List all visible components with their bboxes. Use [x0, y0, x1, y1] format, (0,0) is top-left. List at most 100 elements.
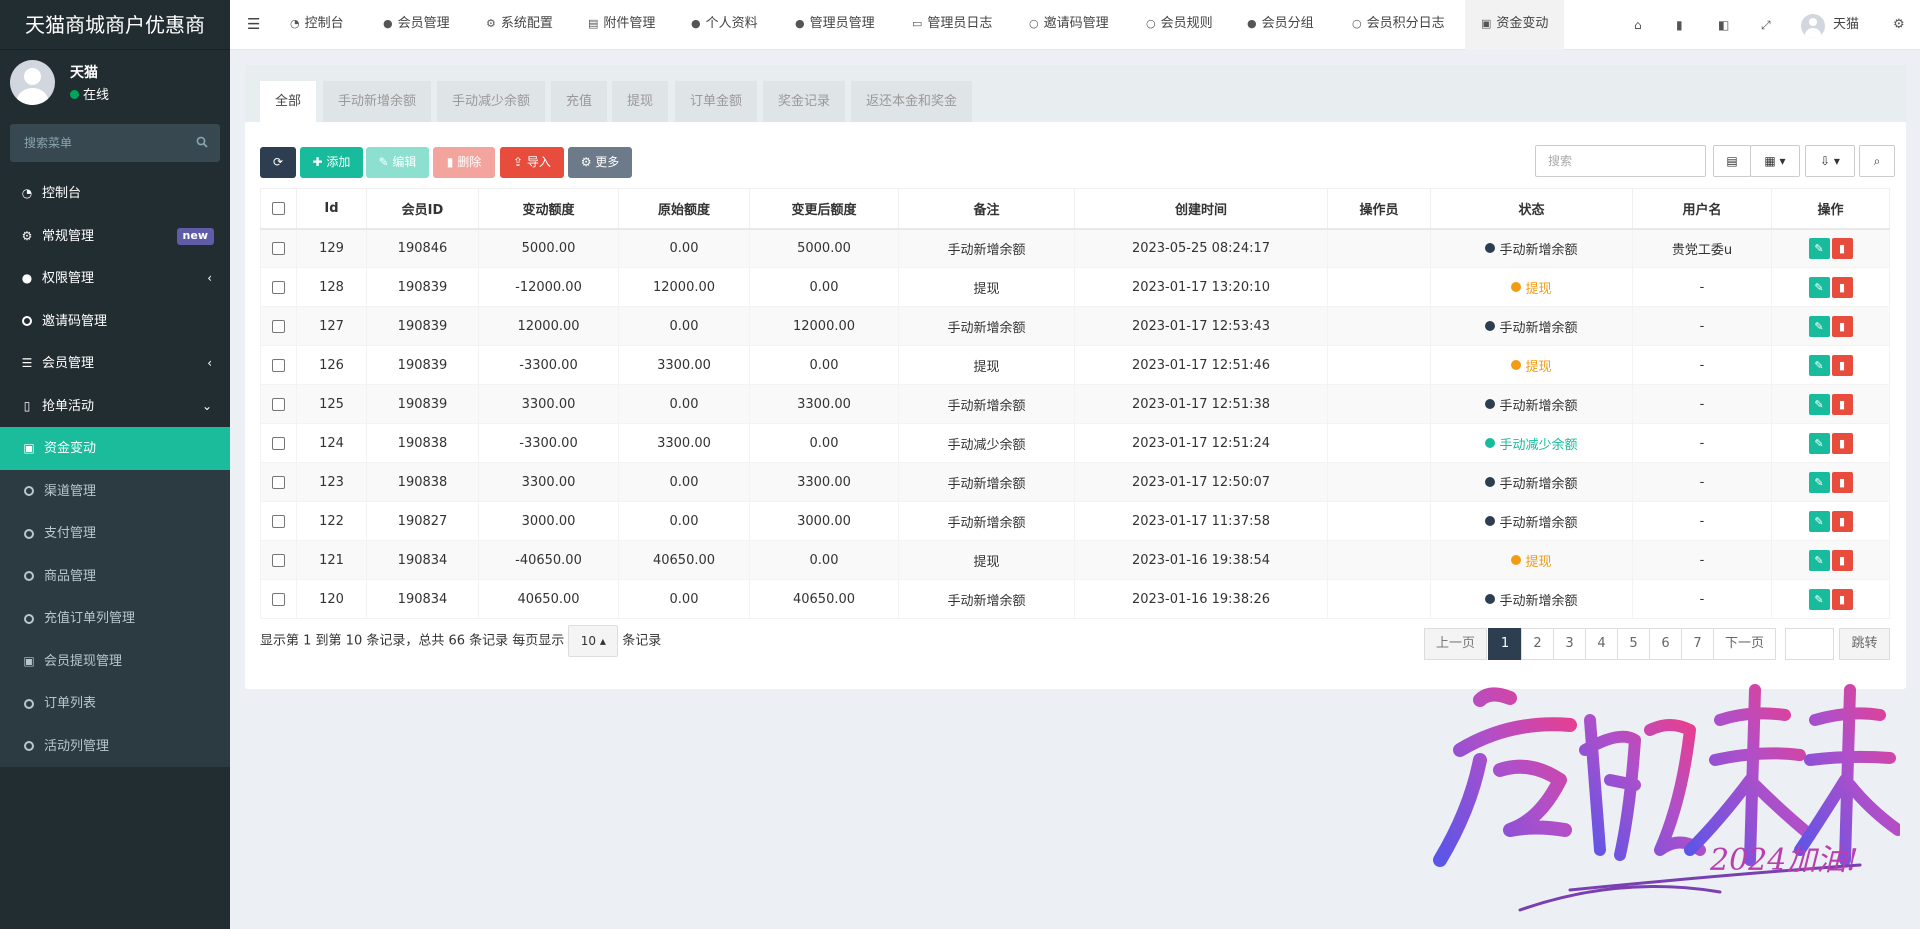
tab-member-rules[interactable]: ○ 会员规则 — [1146, 0, 1213, 50]
row-delete-button[interactable]: ▮ — [1831, 276, 1853, 298]
col-before[interactable]: 原始额度 — [618, 188, 750, 230]
sidebar-item-invite[interactable]: 邀请码管理 — [0, 300, 230, 343]
row-edit-button[interactable]: ✎ — [1808, 510, 1830, 532]
fullscreen-icon[interactable]: ⤢ — [1761, 0, 1771, 50]
export-button[interactable]: ⇩ ▾ — [1805, 145, 1855, 177]
sidebar-item-orders[interactable]: 订单列表 — [0, 682, 230, 725]
row-delete-button[interactable]: ▮ — [1831, 549, 1853, 571]
filter-tab-return[interactable]: 返还本金和奖金 — [851, 81, 973, 122]
row-checkbox[interactable] — [272, 553, 285, 567]
page-6[interactable]: 6 — [1649, 628, 1682, 660]
app-logo[interactable]: 天猫商城商户优惠商 — [0, 0, 230, 50]
trash-icon[interactable]: ▮ — [1676, 0, 1683, 50]
prev-page-button[interactable]: 上一页 — [1424, 628, 1487, 660]
top-user-name[interactable]: 天猫 — [1833, 0, 1859, 50]
col-after[interactable]: 变更后额度 — [749, 188, 899, 230]
row-edit-button[interactable]: ✎ — [1808, 471, 1830, 493]
row-delete-button[interactable]: ▮ — [1831, 588, 1853, 610]
table-row[interactable]: 125 190839 3300.00 0.00 3300.00 手动新增余额 2023-01… — [260, 384, 1890, 424]
row-edit-button[interactable]: ✎ — [1808, 276, 1830, 298]
page-size-dropdown[interactable]: 10 ▴ — [568, 625, 619, 657]
row-checkbox[interactable] — [272, 475, 285, 489]
sidebar-item-recharge-orders[interactable]: 充值订单列管理 — [0, 597, 230, 640]
gears-icon[interactable]: ⚙ — [1893, 0, 1905, 50]
filter-tab-manual-add[interactable]: 手动新增余额 — [323, 81, 432, 122]
filter-tab-recharge[interactable]: 充值 — [551, 81, 608, 122]
row-edit-button[interactable]: ✎ — [1808, 315, 1830, 337]
sidebar-item-grab-activity[interactable]: ▯ 抢单活动 ⌄ — [0, 385, 230, 428]
sidebar-toggle-icon[interactable]: ☰ — [247, 0, 260, 50]
tab-dashboard[interactable]: ◔ 控制台 — [290, 0, 344, 50]
tab-admin-log[interactable]: ▭ 管理员日志 — [912, 0, 992, 50]
row-checkbox[interactable] — [272, 397, 285, 411]
tab-points-log[interactable]: ○ 会员积分日志 — [1352, 0, 1445, 50]
tab-invite-codes[interactable]: ○ 邀请码管理 — [1029, 0, 1109, 50]
row-delete-button[interactable]: ▮ — [1831, 432, 1853, 454]
sidebar-item-activities[interactable]: 活动列管理 — [0, 724, 230, 767]
row-delete-button[interactable]: ▮ — [1831, 237, 1853, 259]
filter-tab-bonus[interactable]: 奖金记录 — [763, 81, 846, 122]
columns-button[interactable]: ▦ ▾ — [1750, 145, 1800, 177]
sidebar-item-auth[interactable]: ● 权限管理 ‹ — [0, 257, 230, 300]
row-checkbox[interactable] — [272, 592, 285, 606]
add-button[interactable]: ✚ 添加 — [300, 147, 363, 178]
col-remark[interactable]: 备注 — [898, 188, 1075, 230]
table-row[interactable]: 124 190838 -3300.00 3300.00 0.00 手动减少余额 2023-0… — [260, 423, 1890, 463]
jump-button[interactable]: 跳转 — [1839, 628, 1890, 660]
sidebar-item-payment[interactable]: 支付管理 — [0, 512, 230, 555]
row-edit-button[interactable]: ✎ — [1808, 354, 1830, 376]
filter-tab-withdraw[interactable]: 提现 — [612, 81, 669, 122]
page-2[interactable]: 2 — [1521, 628, 1554, 660]
home-icon[interactable]: ⌂ — [1634, 0, 1642, 50]
next-page-button[interactable]: 下一页 — [1713, 628, 1776, 660]
table-row[interactable]: 128 190839 -12000.00 12000.00 0.00 提现 2023-01-… — [260, 267, 1890, 307]
table-row[interactable]: 121 190834 -40650.00 40650.00 0.00 提现 2023-01-… — [260, 540, 1890, 580]
tab-members[interactable]: ● 会员管理 — [383, 0, 450, 50]
more-button[interactable]: ⚙ 更多 — [568, 147, 632, 178]
import-button[interactable]: ⇪ 导入 — [500, 147, 564, 178]
table-search-input[interactable] — [1535, 145, 1706, 177]
sidebar-item-fund-change[interactable]: ▣ 资金变动 — [0, 427, 230, 470]
menu-search-input[interactable] — [10, 124, 220, 162]
sidebar-item-members[interactable]: ☰ 会员管理 ‹ — [0, 342, 230, 385]
avatar[interactable] — [1801, 14, 1825, 38]
table-row[interactable]: 120 190834 40650.00 0.00 40650.00 手动新增余额 2023-… — [260, 579, 1890, 619]
table-row[interactable]: 126 190839 -3300.00 3300.00 0.00 提现 2023-01-17… — [260, 345, 1890, 385]
table-row[interactable]: 127 190839 12000.00 0.00 12000.00 手动新增余额 2023-… — [260, 306, 1890, 346]
search-icon[interactable] — [196, 136, 208, 148]
table-row[interactable]: 123 190838 3300.00 0.00 3300.00 手动新增余额 2023-01… — [260, 462, 1890, 502]
toggle-view-button[interactable]: ▤ — [1713, 145, 1751, 177]
row-delete-button[interactable]: ▮ — [1831, 471, 1853, 493]
tab-member-groups[interactable]: ● 会员分组 — [1247, 0, 1314, 50]
row-edit-button[interactable]: ✎ — [1808, 549, 1830, 571]
filter-tab-all[interactable]: 全部 — [260, 81, 317, 122]
col-amount[interactable]: 变动额度 — [478, 188, 619, 230]
tab-attachments[interactable]: ▤ 附件管理 — [588, 0, 655, 50]
page-7[interactable]: 7 — [1681, 628, 1714, 660]
filter-tab-order-amount[interactable]: 订单金额 — [675, 81, 758, 122]
row-checkbox[interactable] — [272, 358, 285, 372]
col-status[interactable]: 状态 — [1430, 188, 1633, 230]
sidebar-item-dashboard[interactable]: ◔ 控制台 — [0, 172, 230, 215]
jump-page-input[interactable] — [1785, 628, 1834, 660]
table-row[interactable]: 122 190827 3000.00 0.00 3000.00 手动新增余额 2023-01… — [260, 501, 1890, 541]
page-3[interactable]: 3 — [1553, 628, 1586, 660]
refresh-button[interactable]: ⟳ — [260, 147, 296, 178]
col-created-time[interactable]: 创建时间 — [1074, 188, 1328, 230]
table-row[interactable]: 129 190846 5000.00 0.00 5000.00 手动新增余额 2023-05… — [260, 228, 1890, 268]
delete-button[interactable]: ▮ 删除 — [433, 147, 495, 178]
tab-profile[interactable]: ● 个人资料 — [691, 0, 758, 50]
tab-admins[interactable]: ● 管理员管理 — [795, 0, 875, 50]
sidebar-item-general[interactable]: ⚙ 常规管理 new — [0, 215, 230, 258]
select-all-checkbox[interactable] — [272, 201, 285, 215]
sidebar-item-withdraw[interactable]: ▣ 会员提现管理 — [0, 639, 230, 682]
col-operator[interactable]: 操作员 — [1327, 188, 1431, 230]
row-edit-button[interactable]: ✎ — [1808, 237, 1830, 259]
tab-system-config[interactable]: ⚙ 系统配置 — [486, 0, 553, 50]
page-5[interactable]: 5 — [1617, 628, 1650, 660]
row-delete-button[interactable]: ▮ — [1831, 510, 1853, 532]
search-toggle-button[interactable]: ⌕ — [1859, 145, 1895, 177]
row-checkbox[interactable] — [272, 280, 285, 294]
row-edit-button[interactable]: ✎ — [1808, 393, 1830, 415]
row-delete-button[interactable]: ▮ — [1831, 393, 1853, 415]
